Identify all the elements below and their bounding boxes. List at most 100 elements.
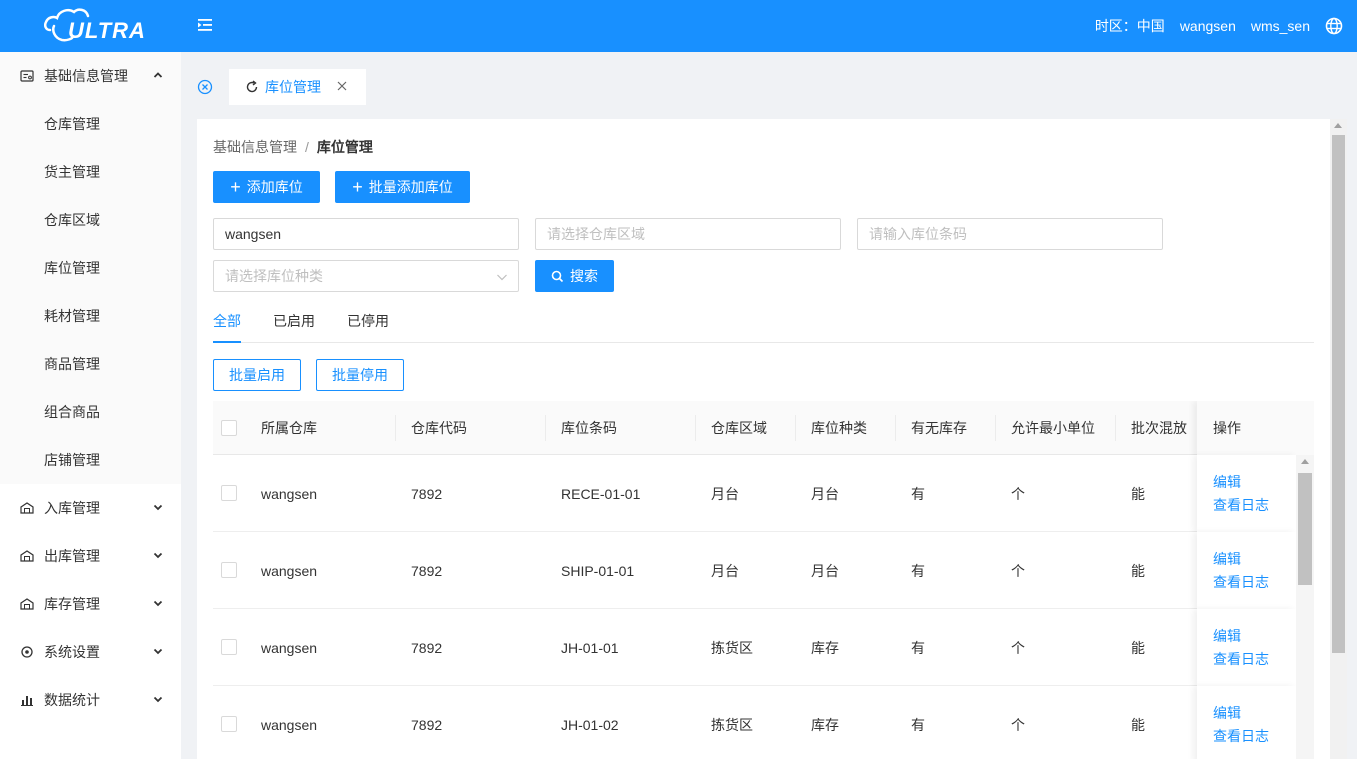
tab-location-management[interactable]: 库位管理: [229, 69, 366, 105]
cell-warehouse-area: 月台: [711, 562, 739, 579]
col-operations: 操作: [1197, 401, 1314, 455]
warehouse-select[interactable]: wangsen: [213, 218, 519, 250]
sidebar-group-statistics[interactable]: 数据统计: [0, 676, 181, 724]
row-operations: 编辑 查看日志: [1197, 532, 1297, 609]
globe-icon[interactable]: [1325, 17, 1343, 35]
status-filter-tabs: 全部 已启用 已停用: [213, 309, 1314, 343]
account-label[interactable]: wms_sen: [1251, 18, 1310, 34]
cell-location-type: 库存: [811, 639, 839, 656]
row-operations: 编辑 查看日志: [1197, 686, 1297, 759]
table-scrollbar[interactable]: [1296, 455, 1314, 759]
close-icon[interactable]: [336, 80, 348, 92]
breadcrumb-parent[interactable]: 基础信息管理: [213, 139, 297, 155]
edit-link[interactable]: 编辑: [1213, 625, 1297, 648]
scroll-up-arrow-icon[interactable]: [1301, 459, 1309, 464]
sidebar-group-settings[interactable]: 系统设置: [0, 628, 181, 676]
plus-icon: +: [352, 177, 363, 197]
menu-fold-icon[interactable]: [196, 16, 214, 34]
sidebar-item-owner[interactable]: 货主管理: [0, 148, 181, 196]
cell-warehouse: wangsen: [261, 562, 318, 579]
search-label: 搜索: [570, 268, 598, 284]
breadcrumb-current: 库位管理: [316, 139, 373, 155]
refresh-icon[interactable]: [245, 80, 259, 94]
breadcrumb-separator: /: [305, 139, 309, 155]
row-checkbox[interactable]: [221, 562, 237, 578]
warehouse-area-select[interactable]: 请选择仓库区域: [535, 218, 841, 250]
table-scroll-thumb[interactable]: [1298, 473, 1312, 585]
chevron-down-icon: [497, 274, 507, 281]
table-header: 所属仓库 仓库代码 库位条码 仓库区域 库位种类 有无库存 允许最小单位 批次混…: [213, 401, 1314, 455]
cell-min-unit: 个: [1011, 716, 1025, 733]
chevron-up-icon: [153, 72, 163, 78]
main-content-card: 基础信息管理 / 库位管理 + 添加库位 + 批量添加库位 wangsen 请选择仓库区…: [197, 119, 1330, 759]
page-scroll-thumb[interactable]: [1332, 135, 1345, 653]
sidebar-item-warehouse[interactable]: 仓库管理: [0, 100, 181, 148]
cell-warehouse-code: 7892: [411, 485, 443, 502]
batch-add-location-button[interactable]: + 批量添加库位: [335, 171, 470, 203]
chevron-down-icon: [153, 600, 163, 607]
edit-link[interactable]: 编辑: [1213, 471, 1297, 494]
edit-link[interactable]: 编辑: [1213, 702, 1297, 725]
sidebar-item-consumables[interactable]: 耗材管理: [0, 292, 181, 340]
warehouse-in-icon: [20, 502, 34, 514]
info-card-icon: [20, 70, 34, 82]
location-type-placeholder: 请选择库位种类: [225, 268, 323, 284]
cell-warehouse-area: 月台: [711, 485, 739, 502]
cell-location-type: 月台: [811, 485, 839, 502]
row-checkbox[interactable]: [221, 716, 237, 732]
sidebar-group-inbound[interactable]: 入库管理: [0, 484, 181, 532]
sidebar-item-location[interactable]: 库位管理: [0, 244, 181, 292]
sidebar-group-inventory[interactable]: 库存管理: [0, 580, 181, 628]
view-log-link[interactable]: 查看日志: [1213, 648, 1297, 671]
chevron-down-icon: [153, 696, 163, 703]
row-checkbox[interactable]: [221, 639, 237, 655]
sidebar-item-stores[interactable]: 店铺管理: [0, 436, 181, 484]
page-scrollbar[interactable]: [1330, 119, 1347, 759]
plus-icon: +: [230, 177, 241, 197]
page-tabs-bar: 库位管理: [181, 52, 1357, 108]
col-min-unit: 允许最小单位: [1011, 420, 1095, 436]
sidebar-group-basic-info[interactable]: 基础信息管理: [0, 52, 181, 100]
tab-all[interactable]: 全部: [213, 311, 241, 343]
view-log-link[interactable]: 查看日志: [1213, 571, 1297, 594]
table-row: wangsen 7892 JH-01-01 拣货区 库存 有 个 能 编辑 查看…: [213, 609, 1297, 686]
scroll-up-arrow-icon[interactable]: [1334, 123, 1342, 128]
cell-warehouse: wangsen: [261, 485, 318, 502]
cell-min-unit: 个: [1011, 562, 1025, 579]
add-location-button[interactable]: + 添加库位: [213, 171, 320, 203]
sidebar-group-label: 出库管理: [44, 548, 100, 564]
row-checkbox[interactable]: [221, 485, 237, 501]
add-location-label: 添加库位: [246, 179, 303, 195]
sidebar-group-outbound[interactable]: 出库管理: [0, 532, 181, 580]
col-location-type: 库位种类: [811, 420, 867, 436]
batch-disable-button[interactable]: 批量停用: [316, 359, 404, 391]
search-button[interactable]: 搜索: [535, 260, 614, 292]
close-all-tabs-icon[interactable]: [197, 79, 213, 95]
location-type-select[interactable]: 请选择库位种类: [213, 260, 519, 292]
cell-location-barcode: RECE-01-01: [561, 485, 641, 502]
view-log-link[interactable]: 查看日志: [1213, 725, 1297, 748]
edit-link[interactable]: 编辑: [1213, 548, 1297, 571]
col-warehouse-area: 仓库区域: [711, 420, 767, 436]
chevron-down-icon: [153, 552, 163, 559]
batch-enable-button[interactable]: 批量启用: [213, 359, 301, 391]
cell-has-stock: 有: [911, 562, 925, 579]
sidebar-item-products[interactable]: 商品管理: [0, 340, 181, 388]
sidebar-item-combo-products[interactable]: 组合商品: [0, 388, 181, 436]
cell-has-stock: 有: [911, 639, 925, 656]
top-header: ULTRA 时区：中国 wangsen wms_sen: [0, 0, 1357, 52]
cell-batch-mix: 能: [1131, 639, 1145, 656]
view-log-link[interactable]: 查看日志: [1213, 494, 1297, 517]
timezone-label[interactable]: 时区：中国: [1095, 16, 1165, 36]
select-all-checkbox[interactable]: [221, 420, 237, 436]
sidebar-item-warehouse-area[interactable]: 仓库区域: [0, 196, 181, 244]
logo-text: ULTRA: [68, 18, 146, 43]
search-icon: [551, 270, 564, 282]
ultra-logo[interactable]: ULTRA: [43, 4, 145, 48]
location-barcode-input[interactable]: 请输入库位条码: [857, 218, 1163, 250]
tab-enabled[interactable]: 已启用: [273, 311, 315, 343]
location-table: 所属仓库 仓库代码 库位条码 仓库区域 库位种类 有无库存 允许最小单位 批次混…: [213, 401, 1314, 759]
username-label[interactable]: wangsen: [1180, 18, 1236, 34]
tab-disabled[interactable]: 已停用: [347, 311, 389, 343]
sidebar-group-label: 数据统计: [44, 692, 100, 708]
